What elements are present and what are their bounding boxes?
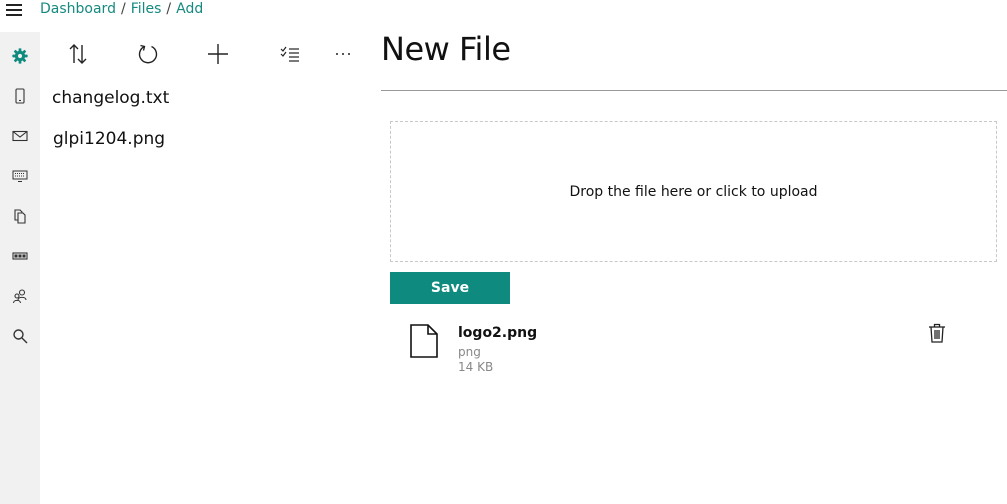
sidebar-item-search[interactable]	[0, 316, 40, 356]
file-icon	[410, 324, 438, 358]
file-list-toolbar	[40, 34, 376, 74]
sidebar-item-users[interactable]	[0, 276, 40, 316]
sidebar-item-peripherals[interactable]	[0, 156, 40, 196]
sidebar-item-mail[interactable]	[0, 116, 40, 156]
refresh-button[interactable]	[128, 34, 168, 74]
sidebar-item-phones[interactable]	[0, 76, 40, 116]
page-title: New File	[381, 30, 511, 68]
breadcrumb-separator: /	[166, 1, 172, 17]
list-item[interactable]: changelog.txt	[52, 88, 169, 108]
more-options-button[interactable]	[323, 34, 363, 74]
mail-icon	[12, 130, 28, 142]
upload-dropzone[interactable]: Drop the file here or click to upload	[390, 121, 997, 262]
add-file-button[interactable]	[198, 34, 238, 74]
hamburger-menu-icon[interactable]	[6, 4, 22, 17]
sort-button[interactable]	[58, 34, 98, 74]
sidebar-item-settings[interactable]	[0, 36, 40, 76]
uploaded-file-item: logo2.png png 14 KB	[406, 320, 966, 380]
uploaded-file-name: logo2.png	[458, 325, 538, 341]
keyboard-icon	[12, 170, 28, 182]
select-list-icon	[280, 46, 299, 62]
save-button[interactable]: Save	[390, 272, 510, 304]
sidebar-item-documents[interactable]	[0, 196, 40, 236]
more-icon	[336, 53, 350, 55]
list-item[interactable]: glpi1204.png	[53, 129, 165, 149]
breadcrumb-dashboard[interactable]: Dashboard	[40, 1, 116, 17]
top-bar: Dashboard / Files / Add	[0, 0, 1007, 22]
files-icon	[14, 209, 26, 224]
refresh-icon	[138, 44, 158, 64]
settings-icon	[12, 48, 28, 64]
breadcrumb-separator: /	[120, 1, 126, 17]
phone-icon	[15, 88, 25, 104]
title-divider	[381, 90, 1007, 91]
users-icon	[12, 289, 27, 304]
breadcrumb-files[interactable]: Files	[131, 1, 162, 17]
sidebar	[0, 32, 40, 504]
network-device-icon	[12, 252, 28, 260]
select-button[interactable]	[270, 34, 310, 74]
uploaded-file-size: 14 KB	[458, 360, 494, 374]
breadcrumb-add[interactable]: Add	[176, 1, 203, 17]
search-icon	[13, 329, 28, 344]
breadcrumb: Dashboard / Files / Add	[40, 1, 203, 17]
sort-icon	[69, 44, 87, 64]
sidebar-item-network[interactable]	[0, 236, 40, 276]
add-icon	[208, 44, 228, 64]
uploaded-file-type: png	[458, 345, 481, 359]
dropzone-label: Drop the file here or click to upload	[569, 183, 818, 200]
delete-icon[interactable]	[928, 323, 946, 343]
